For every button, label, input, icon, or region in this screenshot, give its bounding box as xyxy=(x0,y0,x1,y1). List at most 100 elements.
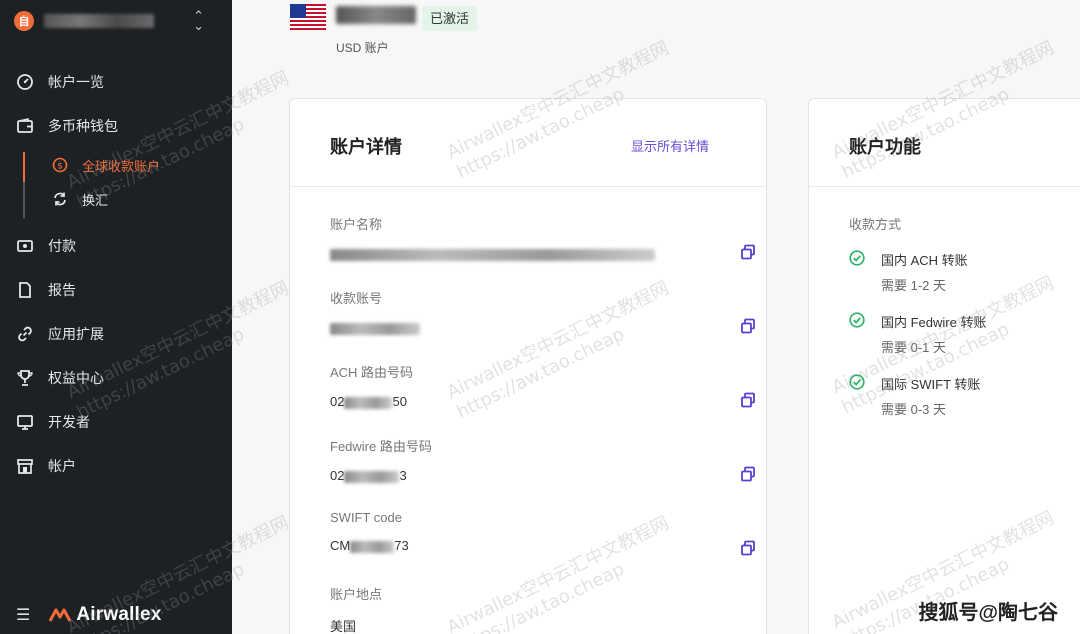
redacted-value xyxy=(344,396,393,409)
wallet-submenu: $ 全球收款账户 换汇 xyxy=(0,148,232,218)
method-title: 国际 SWIFT 转账 xyxy=(881,377,981,392)
org-logo: 自 xyxy=(14,11,34,31)
sidebar-item-exchange[interactable]: 换汇 xyxy=(0,182,232,216)
copy-icon[interactable] xyxy=(740,540,756,556)
account-details-card: 账户详情 显示所有详情 账户名称 收款账号 ACH 路由号码 02 50 Fedw… xyxy=(289,98,767,634)
sidebar-item-apps[interactable]: 应用扩展 xyxy=(0,312,232,356)
sidebar-item-label: 应用扩展 xyxy=(48,326,104,342)
method-title: 国内 Fedwire 转账 xyxy=(881,315,987,330)
field-value xyxy=(330,320,730,336)
sidebar-item-label: 权益中心 xyxy=(48,370,104,386)
sidebar-item-label: 付款 xyxy=(48,238,76,254)
sidebar-item-label: 换汇 xyxy=(82,192,109,208)
org-name-redacted xyxy=(44,14,154,28)
sidebar-footer: ☰ Airwallex xyxy=(16,604,162,626)
field-value: 02 50 xyxy=(330,394,730,410)
sidebar-item-wallet[interactable]: 多币种钱包 xyxy=(0,104,232,148)
card-title: 账户详情 xyxy=(330,137,402,157)
status-badge: 已激活 xyxy=(422,6,478,31)
sidebar-item-label: 帐户 xyxy=(48,458,76,474)
sidebar-item-rewards[interactable]: 权益中心 xyxy=(0,356,232,400)
chevron-updown-icon[interactable]: ⌃ ⌄ xyxy=(193,9,204,32)
account-features-card: 账户功能 收款方式 国内 ACH 转账 需要 1-2 天 国内 Fedwire … xyxy=(808,98,1080,634)
field-account-number: 收款账号 xyxy=(330,288,755,336)
org-switcher[interactable]: 自 ⌃ ⌄ xyxy=(14,9,214,32)
exchange-icon xyxy=(52,191,68,207)
field-label: ACH 路由号码 xyxy=(330,365,414,380)
method-title: 国内 ACH 转账 xyxy=(881,253,968,268)
sidebar-item-account[interactable]: 帐户 xyxy=(0,444,232,488)
sidebar-item-developer[interactable]: 开发者 xyxy=(0,400,232,444)
field-account-name: 账户名称 xyxy=(330,214,755,262)
sidebar-item-payments[interactable]: 付款 xyxy=(0,224,232,268)
sidebar-item-overview[interactable]: 帐户一览 xyxy=(0,60,232,104)
sidebar-nav: 帐户一览 多币种钱包 $ 全球收款账户 换汇 付款 报告 应用扩展 权益中心 开… xyxy=(0,60,232,488)
method-time: 需要 1-2 天 xyxy=(881,278,947,293)
field-label: 账户地点 xyxy=(330,587,383,602)
receive-methods-label: 收款方式 xyxy=(849,217,902,232)
check-circle-icon xyxy=(849,250,865,266)
sidebar-item-global-accounts[interactable]: $ 全球收款账户 xyxy=(0,148,232,182)
value-prefix: 02 xyxy=(330,468,345,483)
check-circle-icon xyxy=(849,312,865,328)
copy-icon[interactable] xyxy=(740,318,756,334)
link-icon xyxy=(16,325,34,343)
store-icon xyxy=(16,457,34,475)
currency-label: USD 账户 xyxy=(336,41,389,55)
airwallex-mark-icon xyxy=(49,608,72,622)
sidebar-item-reports[interactable]: 报告 xyxy=(0,268,232,312)
field-label: 收款账号 xyxy=(330,291,383,306)
field-label: SWIFT code xyxy=(330,510,403,525)
field-swift-code: SWIFT code CM 73 xyxy=(330,510,755,556)
method-time: 需要 0-3 天 xyxy=(881,402,947,417)
source-credit: 搜狐号@陶七谷 xyxy=(918,602,1058,624)
check-circle-icon xyxy=(849,374,865,390)
redacted-value xyxy=(344,470,400,483)
sidebar-item-label: 开发者 xyxy=(48,414,90,430)
card-header: 账户详情 显示所有详情 xyxy=(290,99,766,187)
card-header: 账户功能 xyxy=(809,99,1080,187)
copy-icon[interactable] xyxy=(740,466,756,482)
field-label: Fedwire 路由号码 xyxy=(330,439,432,454)
sidebar-item-label: 多币种钱包 xyxy=(48,118,118,134)
redacted-value xyxy=(350,540,395,553)
submenu-active-indicator xyxy=(23,152,25,182)
us-flag-icon xyxy=(290,4,326,30)
svg-text:$: $ xyxy=(57,162,63,172)
brand-name: Airwallex xyxy=(76,604,162,625)
wallet-icon xyxy=(16,117,34,135)
value-prefix: CM xyxy=(330,538,351,553)
dashboard-icon xyxy=(16,73,34,91)
payment-icon xyxy=(16,237,34,255)
sidebar-item-label: 帐户一览 xyxy=(48,74,104,90)
field-value xyxy=(330,246,730,262)
value-prefix: 02 xyxy=(330,394,345,409)
field-account-location: 账户地点 美国 xyxy=(330,584,730,634)
field-value: CM 73 xyxy=(330,538,730,554)
airwallex-logo: Airwallex xyxy=(48,604,161,626)
sidebar-item-label: 报告 xyxy=(48,282,76,298)
sidebar: 自 ⌃ ⌄ 帐户一览 多币种钱包 $ 全球收款账户 换汇 付款 报告 应用扩展 … xyxy=(0,0,232,634)
copy-icon[interactable] xyxy=(740,244,756,260)
value-suffix: 3 xyxy=(399,468,407,483)
dollar-circle-icon: $ xyxy=(52,157,68,173)
trophy-icon xyxy=(16,369,34,387)
field-label: 账户名称 xyxy=(330,217,383,232)
redacted-value xyxy=(330,248,655,261)
field-fedwire-routing: Fedwire 路由号码 02 3 xyxy=(330,436,755,484)
redacted-value xyxy=(330,322,420,335)
card-title: 账户功能 xyxy=(849,137,921,157)
sidebar-item-label: 全球收款账户 xyxy=(82,158,161,174)
monitor-icon xyxy=(16,413,34,431)
method-time: 需要 0-1 天 xyxy=(881,340,947,355)
field-value: 美国 xyxy=(330,619,357,634)
field-ach-routing: ACH 路由号码 02 50 xyxy=(330,362,755,410)
copy-icon[interactable] xyxy=(740,392,756,408)
submenu-rail xyxy=(23,152,25,218)
report-icon xyxy=(16,281,34,299)
value-suffix: 50 xyxy=(392,394,407,409)
hamburger-menu-icon[interactable]: ☰ xyxy=(16,605,30,625)
account-name-redacted xyxy=(336,6,416,24)
show-all-details-link[interactable]: 显示所有详情 xyxy=(631,136,709,155)
field-value: 02 3 xyxy=(330,468,730,484)
